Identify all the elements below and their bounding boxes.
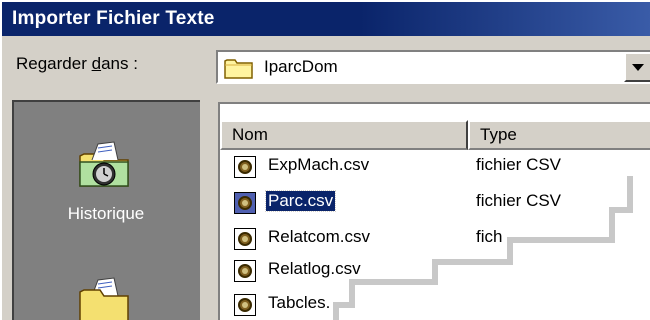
chevron-down-icon: [632, 63, 644, 71]
file-type: fich: [476, 227, 503, 246]
file-name: Relatcom.csv: [268, 227, 371, 246]
column-header-type[interactable]: Type: [468, 120, 650, 150]
file-row[interactable]: Relatlog.csv: [220, 254, 650, 288]
file-row[interactable]: Relatcom.csv fich: [220, 222, 650, 256]
file-type: fichier CSV: [476, 155, 562, 174]
csv-file-icon: [234, 156, 256, 178]
folder-documents-icon: [79, 277, 129, 320]
csv-file-icon: [234, 228, 256, 250]
file-name: Relatlog.csv: [268, 259, 361, 278]
look-in-dropdown[interactable]: IparcDom: [216, 50, 650, 84]
dropdown-button[interactable]: [624, 52, 650, 82]
look-in-label: Regarder dans :: [16, 54, 138, 73]
file-row[interactable]: ExpMach.csv fichier CSV: [220, 150, 650, 184]
csv-file-icon: [234, 192, 256, 214]
look-in-value: IparcDom: [264, 57, 338, 76]
file-row[interactable]: Tabcles.: [220, 288, 650, 320]
file-list: Nom Type ExpMach.csv fichier CSV Parc.cs…: [218, 102, 650, 320]
history-icon: [79, 141, 129, 187]
column-header-name[interactable]: Nom: [220, 120, 468, 150]
import-text-file-dialog: Importer Fichier Texte Regarder dans : I…: [0, 0, 650, 320]
csv-file-icon: [234, 260, 256, 282]
window-title: Importer Fichier Texte: [12, 8, 215, 29]
places-item-label: Historique: [67, 204, 145, 223]
file-name: Tabcles.: [268, 293, 331, 312]
file-type: fichier CSV: [476, 191, 562, 210]
folder-icon: [224, 59, 253, 79]
file-name: Parc.csv: [264, 190, 337, 212]
file-name: ExpMach.csv: [268, 155, 370, 174]
csv-file-icon: [234, 294, 256, 316]
look-in-row: Regarder dans : IparcDom: [2, 42, 650, 92]
title-bar: Importer Fichier Texte: [2, 2, 650, 36]
places-bar: Historique: [12, 100, 200, 320]
file-row-selected[interactable]: Parc.csv fichier CSV: [220, 186, 650, 220]
